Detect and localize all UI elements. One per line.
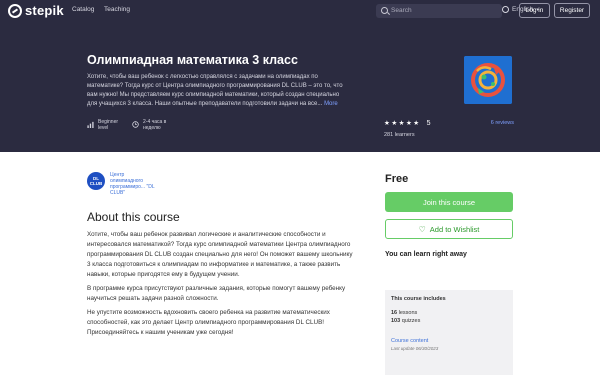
search-input[interactable]: Search — [376, 4, 502, 18]
course-cover-image — [464, 56, 512, 104]
course-content-link[interactable]: Course content — [391, 338, 507, 344]
course-rating: ★★★★★ 5 6 reviews — [384, 119, 514, 128]
author-avatar[interactable]: DL CLUB — [87, 172, 105, 190]
register-button[interactable]: Register — [554, 3, 590, 18]
includes-title: This course includes — [391, 296, 446, 302]
globe-icon — [502, 6, 509, 13]
stepik-logo[interactable]: stepik — [8, 3, 64, 18]
lessons-number: 16 — [391, 310, 398, 316]
about-paragraph: Не упустите возможность вдохновить своег… — [87, 309, 330, 336]
search-icon — [381, 7, 388, 14]
more-link[interactable]: More — [324, 101, 338, 107]
search-placeholder: Search — [391, 7, 412, 14]
join-course-button[interactable]: Join this course — [385, 192, 513, 212]
reviews-link[interactable]: 6 reviews — [491, 120, 514, 126]
heart-icon: ♡ — [418, 224, 426, 234]
level-bars-icon — [87, 121, 94, 128]
course-cover-art — [464, 56, 512, 104]
rating-stars-icon: ★★★★★ — [384, 120, 421, 127]
rating-value: 5 — [426, 119, 431, 127]
about-heading: About this course — [87, 210, 180, 224]
about-text: Хотите, чтобы ваш ребенок развивал логич… — [87, 230, 357, 342]
lessons-label: lessons — [398, 310, 418, 316]
author-name-link[interactable]: Центр олимпиадного программиро... "DL CL… — [110, 172, 155, 196]
course-title: Олимпиадная математика 3 класс — [87, 53, 298, 67]
clock-icon — [132, 121, 139, 128]
course-price: Free — [385, 173, 409, 185]
course-includes-panel: This course includes 16 lessons 103 quiz… — [385, 290, 513, 375]
course-short-description: Хотите, чтобы ваш ребенок с легкостью сп… — [87, 73, 349, 109]
login-button[interactable]: Log in — [519, 3, 550, 18]
logo-text: stepik — [25, 3, 64, 18]
about-paragraph: Хотите, чтобы ваш ребенок развивал логич… — [87, 231, 353, 278]
short-description-text: Хотите, чтобы ваш ребенок с легкостью сп… — [87, 74, 343, 107]
add-to-wishlist-button[interactable]: ♡ Add to Wishlist — [385, 219, 513, 239]
quizzes-label: quizzes — [401, 318, 421, 324]
last-update-text: Last update 06/30/2023 — [391, 346, 439, 351]
workload-text: 2-4 часа в неделю — [143, 119, 167, 131]
lessons-count: 16 lessons — [391, 310, 507, 316]
quizzes-count: 103 quizzes — [391, 318, 507, 324]
level-text: Beginner level — [98, 119, 119, 131]
top-navigation: stepik Catalog Teaching Search English ▾… — [0, 0, 600, 22]
course-level: Beginner level — [87, 119, 124, 131]
about-paragraph: В программе курса присутствуют различные… — [87, 285, 346, 302]
stepik-logo-icon — [8, 3, 22, 18]
wishlist-label: Add to Wishlist — [429, 224, 480, 234]
nav-teaching[interactable]: Teaching — [104, 6, 130, 13]
quizzes-number: 103 — [391, 318, 401, 324]
course-workload: 2-4 часа в неделю — [132, 119, 173, 131]
learn-right-away-text: You can learn right away — [385, 251, 467, 258]
learners-count: 281 learners — [384, 132, 415, 138]
nav-catalog[interactable]: Catalog — [72, 6, 94, 13]
